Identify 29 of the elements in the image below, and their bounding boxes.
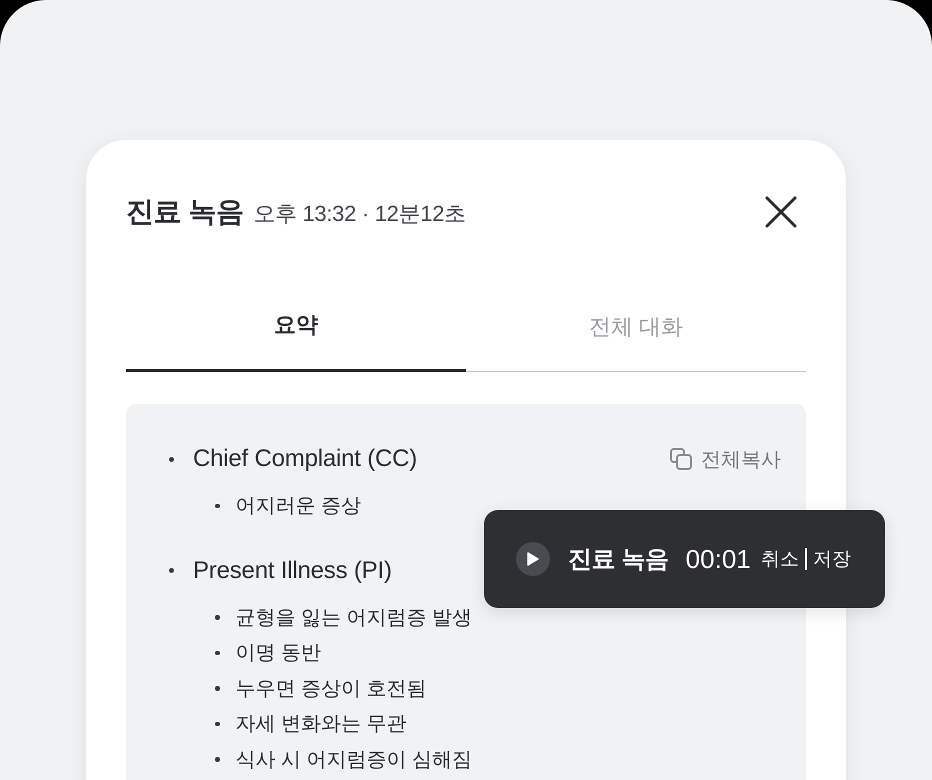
bullet-icon	[215, 686, 220, 690]
play-button[interactable]	[516, 542, 550, 576]
recording-timer: 00:01	[686, 544, 751, 574]
bullet-icon	[215, 615, 220, 620]
close-button[interactable]	[765, 196, 797, 228]
section-heading: Chief Complaint (CC)	[193, 445, 418, 473]
toast-action-button[interactable]: 저장	[812, 546, 851, 572]
bullet-icon	[169, 456, 174, 462]
toast-title: 진료 녹음	[568, 545, 669, 575]
recording-time-info: 오후 13:32 · 12분12초	[253, 200, 466, 228]
list-item-text: 어지러운 증상	[236, 494, 362, 520]
list-item-text: 균형을 잃는 어지럼증 발생	[236, 606, 472, 631]
bullet-icon	[169, 568, 174, 573]
list-item-text: 누우면 증상이 호전됨	[236, 676, 427, 702]
bullet-icon	[215, 650, 220, 655]
tab[interactable]: 요약	[126, 280, 466, 372]
bullet-icon	[215, 504, 220, 508]
list-item-text: 자세 변화와는 무관	[236, 712, 407, 738]
toast-action-button[interactable]: 취소	[760, 546, 799, 572]
list-item-text: 식사 시 어지럼증이 심해짐	[236, 748, 472, 773]
bullet-icon	[215, 757, 220, 762]
bullet-icon	[215, 722, 220, 726]
copy-icon	[670, 448, 692, 470]
list-item-text: 이명 동반	[236, 641, 322, 666]
dialog-title: 진료 녹음	[126, 195, 244, 229]
section-heading: Present Illness (PI)	[193, 556, 392, 584]
play-icon	[527, 552, 539, 566]
copy-all-button[interactable]: 전체복사	[670, 442, 781, 476]
close-icon	[765, 196, 797, 228]
